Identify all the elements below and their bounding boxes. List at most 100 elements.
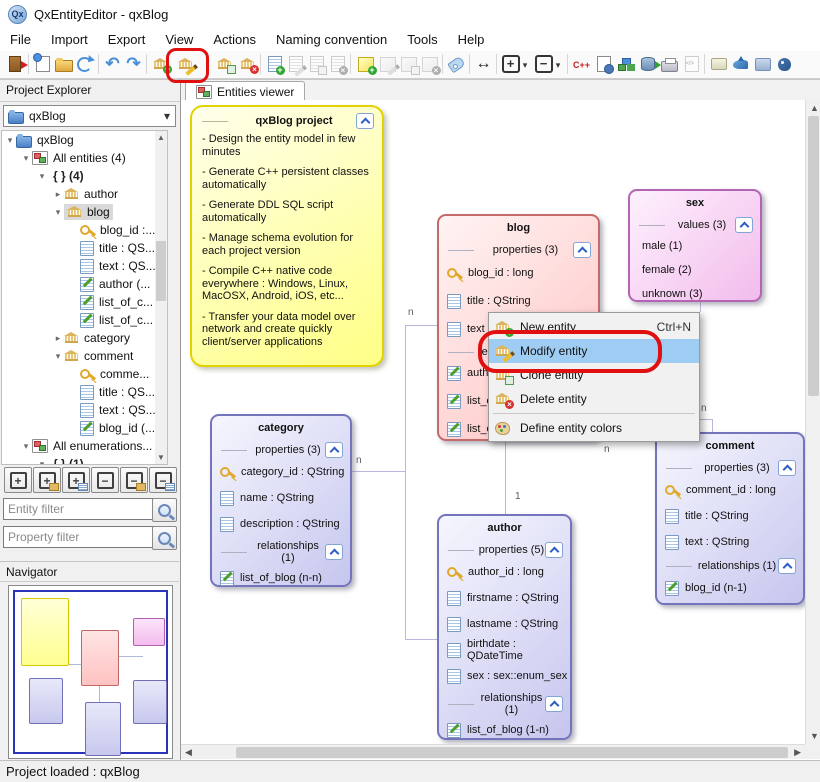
entity-author[interactable]: author properties (5) author_id : long f…	[437, 514, 572, 740]
mysql-button[interactable]	[730, 53, 751, 75]
scrollbar-thumb[interactable]	[236, 747, 788, 758]
expander-icon[interactable]	[52, 351, 64, 362]
tree-item-title[interactable]: title : QS...	[2, 239, 167, 257]
menu-export[interactable]: Export	[98, 29, 156, 50]
new-project-button[interactable]	[32, 53, 53, 75]
navigator-minimap[interactable]	[8, 585, 173, 759]
zoom-in-button[interactable]	[500, 53, 521, 75]
tree-item-qxblog[interactable]: qxBlog	[2, 131, 167, 149]
entity-sex[interactable]: sex values (3) male (1) female (2) unkno…	[628, 189, 762, 302]
expander-icon[interactable]	[36, 171, 48, 182]
expand-entities-button[interactable]	[33, 467, 61, 493]
collapse-button[interactable]	[325, 442, 343, 458]
entities-canvas[interactable]: n n 1 n n qxBlog project - Design the en…	[181, 100, 805, 744]
modify-property-button[interactable]	[285, 53, 306, 75]
modify-note-button[interactable]	[377, 53, 398, 75]
entity-comment[interactable]: comment properties (3) comment_id : long…	[655, 432, 805, 605]
menu-item-define-entity-colors[interactable]: Define entity colors	[489, 416, 699, 440]
modify-entity-button[interactable]	[175, 53, 196, 75]
expander-icon[interactable]	[52, 207, 64, 218]
expander-icon[interactable]	[20, 441, 32, 452]
tree-item-author-rel[interactable]: author (...	[2, 275, 167, 293]
collapse-button[interactable]	[778, 460, 796, 476]
project-selector-combobox[interactable]: qxBlog	[3, 105, 176, 127]
new-entity-button[interactable]	[150, 53, 171, 75]
collapse-entities-button[interactable]	[120, 467, 148, 493]
collapse-button[interactable]	[778, 558, 796, 574]
tree-item-blog[interactable]: blog	[2, 203, 167, 221]
menu-item-new-entity[interactable]: New entity Ctrl+N	[489, 315, 699, 339]
expand-properties-button[interactable]	[62, 467, 90, 493]
entity-filter-search-button[interactable]	[152, 498, 177, 522]
scrollbar-thumb[interactable]	[156, 241, 166, 301]
menu-view[interactable]: View	[155, 29, 203, 50]
menu-item-clone-entity[interactable]: Clone entity	[489, 363, 699, 387]
export-settings-button[interactable]	[593, 53, 614, 75]
scroll-right-icon[interactable]: ▶	[794, 747, 801, 758]
resize-button[interactable]	[473, 53, 494, 75]
refresh-button[interactable]	[74, 53, 95, 75]
note-qxblog-project[interactable]: qxBlog project - Design the entity model…	[190, 105, 384, 367]
menu-item-delete-entity[interactable]: Delete entity	[489, 387, 699, 411]
tree-item-list-of-c1[interactable]: list_of_c...	[2, 293, 167, 311]
tree-item-list-of-c2[interactable]: list_of_c...	[2, 311, 167, 329]
tree-item-comment-title[interactable]: title : QS...	[2, 383, 167, 401]
scrollbar-thumb[interactable]	[808, 116, 819, 396]
expander-icon[interactable]	[4, 135, 16, 146]
tree-item-comment[interactable]: comment	[2, 347, 167, 365]
expand-all-button[interactable]	[4, 467, 32, 493]
exit-button[interactable]	[4, 53, 25, 75]
postgresql-button[interactable]	[774, 53, 795, 75]
menu-actions[interactable]: Actions	[203, 29, 266, 50]
tree-item-comment-blog-id[interactable]: blog_id (...	[2, 419, 167, 437]
tree-item-author[interactable]: author	[2, 185, 167, 203]
scroll-down-icon[interactable]: ▼	[155, 453, 167, 462]
scroll-left-icon[interactable]: ◀	[185, 747, 192, 758]
tree-item-category[interactable]: category	[2, 329, 167, 347]
delete-entity-button[interactable]	[237, 53, 258, 75]
tree-item-all-enumerations[interactable]: All enumerations...	[2, 437, 167, 455]
collapse-properties-button[interactable]	[149, 467, 177, 493]
property-filter-input[interactable]	[3, 526, 157, 548]
export-cpp-button[interactable]	[571, 53, 592, 75]
collapse-button[interactable]	[325, 544, 343, 560]
tree-item-comment-id[interactable]: comme...	[2, 365, 167, 383]
tab-entities-viewer[interactable]: Entities viewer	[185, 81, 305, 101]
zoom-out-dropdown[interactable]	[552, 53, 564, 75]
source-code-button[interactable]	[681, 53, 702, 75]
tree-item-comment-text[interactable]: text : QS...	[2, 401, 167, 419]
tree-item-braces-4[interactable]: { } (4)	[2, 167, 167, 185]
scroll-up-icon[interactable]: ▲	[810, 103, 819, 113]
tree-item-braces-1[interactable]: { } (1)	[2, 455, 167, 465]
menu-item-modify-entity[interactable]: Modify entity	[489, 339, 699, 363]
collapse-button[interactable]	[735, 217, 753, 233]
clone-property-button[interactable]	[306, 53, 327, 75]
network-button[interactable]	[615, 53, 636, 75]
open-project-button[interactable]	[53, 53, 74, 75]
canvas-horizontal-scrollbar[interactable]: ◀ ▶	[181, 744, 805, 759]
expander-icon[interactable]	[52, 333, 64, 344]
entity-category[interactable]: category properties (3) category_id : QS…	[210, 414, 352, 587]
collapse-all-button[interactable]	[91, 467, 119, 493]
scroll-up-icon[interactable]: ▲	[155, 133, 167, 142]
tree-scrollbar[interactable]: ▲ ▼	[155, 131, 167, 464]
menu-help[interactable]: Help	[448, 29, 495, 50]
export-database-button[interactable]	[637, 53, 658, 75]
collapse-button[interactable]	[573, 242, 591, 258]
tree-item-all-entities[interactable]: All entities (4)	[2, 149, 167, 167]
entity-filter-input[interactable]	[3, 498, 157, 520]
collapse-button[interactable]	[356, 113, 374, 129]
sqlite-button[interactable]	[708, 53, 729, 75]
menu-naming-convention[interactable]: Naming convention	[266, 29, 397, 50]
zoom-out-button[interactable]	[533, 53, 554, 75]
zoom-in-dropdown[interactable]	[519, 53, 531, 75]
clone-entity-button[interactable]	[214, 53, 235, 75]
print-button[interactable]	[659, 53, 680, 75]
scroll-down-icon[interactable]: ▼	[810, 731, 819, 741]
property-filter-search-button[interactable]	[152, 526, 177, 550]
add-property-button[interactable]	[264, 53, 285, 75]
tree-item-text[interactable]: text : QS...	[2, 257, 167, 275]
menu-file[interactable]: File	[0, 29, 41, 50]
clone-note-button[interactable]	[398, 53, 419, 75]
delete-property-button[interactable]	[327, 53, 348, 75]
